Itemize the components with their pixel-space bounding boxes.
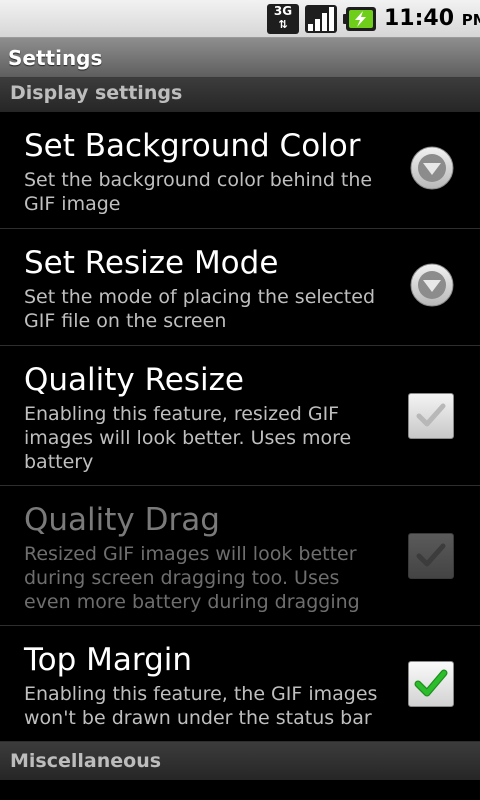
clock-ampm: PM [461,11,480,29]
dropdown-arrow-icon [410,263,454,307]
page-title: Settings [8,46,103,70]
category-miscellaneous: Miscellaneous [0,742,480,780]
pref-quality-resize[interactable]: Quality Resize Enabling this feature, re… [0,346,480,486]
pref-set-resize-mode[interactable]: Set Resize Mode Set the mode of placing … [0,229,480,346]
list-continuation [0,780,480,800]
checkmark-icon [416,543,446,567]
pref-title: Top Margin [24,642,193,678]
pref-summary: Set the background color behind the GIF … [24,169,373,215]
category-display-settings: Display settings [0,78,480,112]
status-bar: 3G ⇅ 11:40 PM [0,0,480,38]
category-label: Display settings [10,82,183,104]
category-label: Miscellaneous [10,750,162,772]
pref-top-margin[interactable]: Top Margin Enabling this feature, the GI… [0,626,480,742]
pref-title: Quality Resize [24,362,244,398]
battery-charging-icon [343,7,376,31]
clock: 11:40 PM [384,3,480,35]
clock-time: 11:40 [384,6,455,31]
dropdown-arrow-icon [410,146,454,190]
pref-title: Set Resize Mode [24,245,279,281]
pref-summary: Set the mode of placing the selected GIF… [24,286,376,332]
pref-title: Set Background Color [24,128,361,164]
quality-resize-checkbox[interactable] [408,393,454,439]
checkmark-icon [416,403,446,427]
signal-strength-icon [305,5,337,33]
checkmark-icon [414,669,448,697]
pref-summary: Enabling this feature, resized GIF image… [24,403,352,473]
quality-drag-checkbox [408,533,454,579]
network-activity-arrows: ⇅ [278,18,288,31]
pref-set-background-color[interactable]: Set Background Color Set the background … [0,112,480,229]
title-bar: Settings [0,38,480,78]
network-type-label: 3G [273,4,293,18]
network-3g-icon: 3G ⇅ [267,4,299,34]
pref-summary: Enabling this feature, the GIF images wo… [24,683,378,729]
pref-title: Quality Drag [24,502,220,538]
pref-summary: Resized GIF images will look better duri… [24,543,360,613]
pref-quality-drag: Quality Drag Resized GIF images will loo… [0,486,480,626]
screen: 3G ⇅ 11:40 PM Settings Display settings … [0,0,480,800]
top-margin-checkbox[interactable] [408,661,454,707]
